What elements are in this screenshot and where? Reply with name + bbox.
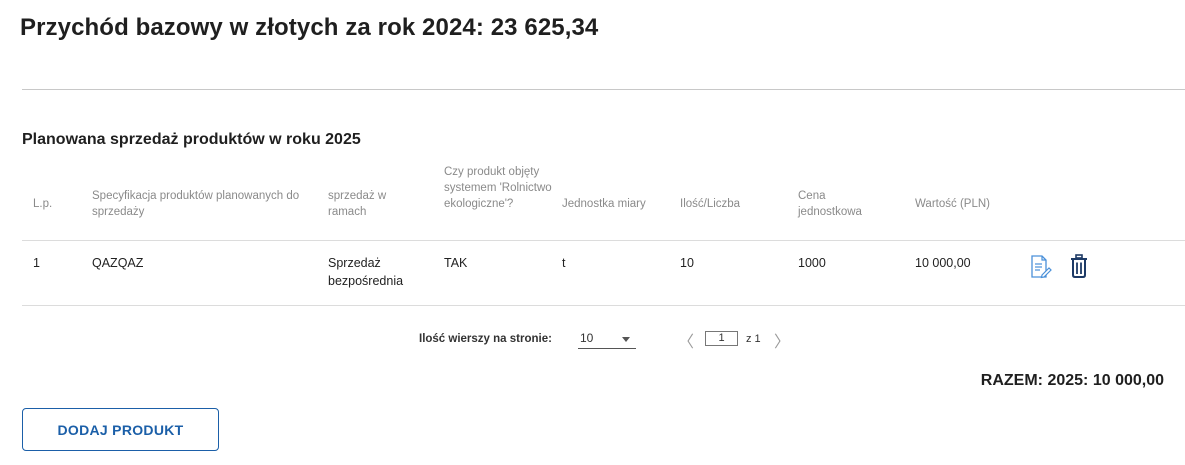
page-title: Przychód bazowy w złotych za rok 2024: 2… bbox=[20, 14, 599, 41]
column-header-eco: Czy produkt objęty systemem 'Rolnictwo e… bbox=[444, 166, 552, 210]
column-header-qty: Ilość/Liczba bbox=[680, 198, 741, 210]
trash-icon[interactable] bbox=[1070, 254, 1088, 283]
cell-sale-type: Sprzedaż bezpośrednia bbox=[328, 256, 404, 288]
rows-per-page-select[interactable]: 10 bbox=[578, 327, 636, 349]
edit-icon[interactable] bbox=[1030, 255, 1052, 284]
column-header-unit: Jednostka miary bbox=[562, 198, 646, 210]
row-separator bbox=[22, 305, 1185, 306]
column-header-value: Wartość (PLN) bbox=[915, 198, 990, 210]
total-summary: RAZEM: 2025: 10 000,00 bbox=[980, 372, 1164, 389]
section-title: Planowana sprzedaż produktów w roku 2025 bbox=[22, 131, 361, 148]
column-header-spec: Specyfikacja produktów planowanych do sp… bbox=[92, 190, 300, 218]
rows-per-page-value: 10 bbox=[580, 331, 594, 345]
page-count-label: z 1 bbox=[746, 333, 761, 345]
cell-qty: 10 bbox=[680, 256, 694, 270]
column-header-price: Cena jednostkowa bbox=[798, 190, 862, 218]
cell-price: 1000 bbox=[798, 256, 826, 270]
cell-eco: TAK bbox=[444, 256, 468, 270]
chevron-down-icon bbox=[622, 337, 630, 342]
cell-value: 10 000,00 bbox=[915, 256, 971, 270]
header-separator bbox=[22, 240, 1185, 241]
prev-page-icon[interactable]: 〈 bbox=[678, 328, 694, 352]
page-number-input[interactable]: 1 bbox=[705, 331, 738, 346]
rows-per-page-label: Ilość wierszy na stronie: bbox=[419, 333, 552, 345]
divider bbox=[22, 89, 1185, 90]
column-header-sale-type: sprzedaż w ramach bbox=[328, 190, 387, 218]
cell-unit: t bbox=[562, 256, 566, 270]
column-header-lp: L.p. bbox=[33, 198, 53, 210]
next-page-icon[interactable]: 〉 bbox=[774, 328, 790, 352]
cell-spec: QAZQAZ bbox=[92, 256, 144, 270]
cell-lp: 1 bbox=[33, 256, 40, 270]
add-product-button[interactable]: DODAJ PRODUKT bbox=[22, 408, 219, 451]
